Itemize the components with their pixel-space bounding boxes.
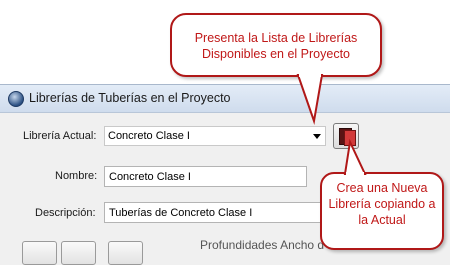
libreria-actual-dropdown[interactable]: Concreto Clase I: [104, 126, 326, 146]
libreria-actual-label: Librería Actual:: [23, 130, 97, 142]
dropdown-callout-text: Presenta la Lista de Librerías Disponibl…: [194, 31, 358, 61]
toolbar-button-2[interactable]: [61, 241, 96, 265]
window-title: Librerías de Tuberías en el Proyecto: [29, 91, 231, 105]
new-library-callout: Crea una Nueva Librería copiando a la Ac…: [320, 172, 444, 250]
new-library-callout-text: Crea una Nueva Librería copiando a la Ac…: [328, 181, 436, 227]
profundidades-label: Profundidades Ancho d: [200, 238, 325, 252]
app-icon: [8, 91, 24, 107]
chevron-down-icon[interactable]: [313, 134, 321, 139]
toolbar-button-3[interactable]: [108, 241, 143, 265]
toolbar-button-1[interactable]: [22, 241, 57, 265]
descripcion-label: Descripción:: [35, 207, 96, 219]
callout-pointer-right: [343, 138, 367, 176]
dropdown-callout: Presenta la Lista de Librerías Disponibl…: [170, 13, 382, 77]
nombre-field[interactable]: [104, 166, 307, 187]
title-bar[interactable]: Librerías de Tuberías en el Proyecto: [0, 85, 450, 113]
descripcion-field[interactable]: [104, 202, 326, 223]
libreria-actual-value: Concreto Clase I: [108, 130, 190, 142]
nombre-label: Nombre:: [55, 170, 98, 182]
callout-pointer-top: [296, 73, 324, 125]
